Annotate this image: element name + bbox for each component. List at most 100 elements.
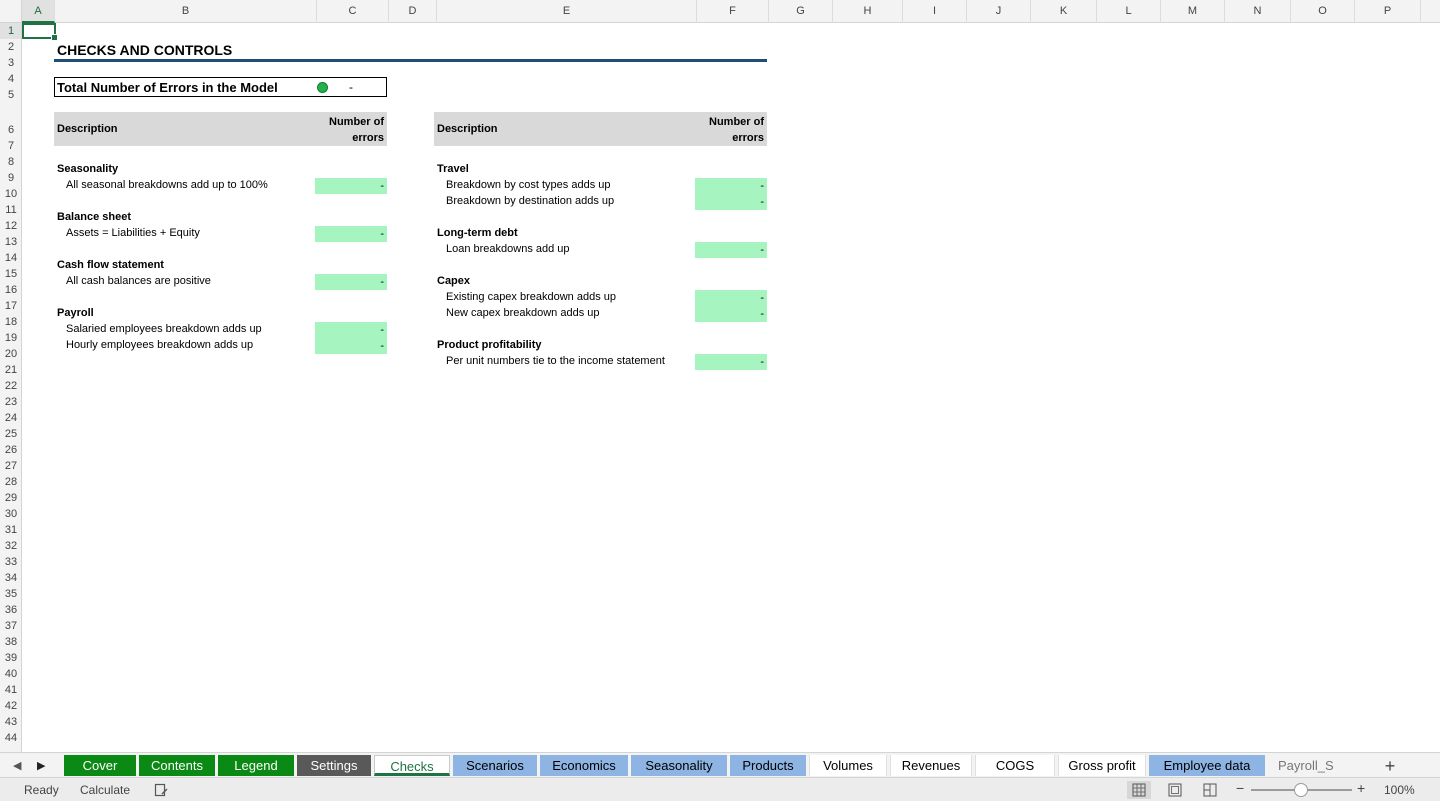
column-header-c[interactable]: C	[317, 0, 389, 23]
row-header-9[interactable]: 9	[0, 170, 21, 186]
sheet-tab-seasonality[interactable]: Seasonality	[631, 755, 727, 776]
row-header-27[interactable]: 27	[0, 458, 21, 474]
column-header-h[interactable]: H	[833, 0, 903, 23]
macro-record-icon[interactable]	[153, 782, 169, 801]
column-header-g[interactable]: G	[769, 0, 833, 23]
row-header-42[interactable]: 42	[0, 698, 21, 714]
row-header-21[interactable]: 21	[0, 362, 21, 378]
row-header-3[interactable]: 3	[0, 55, 21, 71]
column-header-f[interactable]: F	[697, 0, 769, 23]
tab-scroll-left-icon[interactable]: ◀	[13, 759, 21, 772]
sheet-tab-payroll-s[interactable]: Payroll_S	[1268, 755, 1338, 776]
right-error-count-cell[interactable]: -	[695, 290, 767, 306]
row-header-31[interactable]: 31	[0, 522, 21, 538]
row-header-40[interactable]: 40	[0, 666, 21, 682]
row-header-39[interactable]: 39	[0, 650, 21, 666]
row-header-22[interactable]: 22	[0, 378, 21, 394]
zoom-in-button[interactable]: +	[1357, 780, 1365, 796]
row-header-13[interactable]: 13	[0, 234, 21, 250]
row-header-23[interactable]: 23	[0, 394, 21, 410]
row-header-2[interactable]: 2	[0, 39, 21, 55]
row-header-8[interactable]: 8	[0, 154, 21, 170]
row-header-1[interactable]: 1	[0, 23, 21, 39]
sheet-tab-volumes[interactable]: Volumes	[809, 755, 887, 776]
row-header-33[interactable]: 33	[0, 554, 21, 570]
row-header-35[interactable]: 35	[0, 586, 21, 602]
row-header-29[interactable]: 29	[0, 490, 21, 506]
sheet-tab-checks[interactable]: Checks	[374, 755, 450, 776]
column-header-m[interactable]: M	[1161, 0, 1225, 23]
sheet-tab-gross-profit[interactable]: Gross profit	[1058, 755, 1146, 776]
row-header-24[interactable]: 24	[0, 410, 21, 426]
row-header-6[interactable]: 6	[0, 103, 21, 138]
select-all-corner[interactable]	[0, 0, 22, 23]
sheet-tab-employee-data[interactable]: Employee data	[1149, 755, 1265, 776]
row-header-10[interactable]: 10	[0, 186, 21, 202]
sheet-tab-scenarios[interactable]: Scenarios	[453, 755, 537, 776]
right-error-count-cell[interactable]: -	[695, 194, 767, 210]
sheet-tab-revenues[interactable]: Revenues	[890, 755, 972, 776]
row-header-37[interactable]: 37	[0, 618, 21, 634]
zoom-out-button[interactable]: −	[1236, 780, 1244, 796]
row-header-34[interactable]: 34	[0, 570, 21, 586]
row-header-7[interactable]: 7	[0, 138, 21, 154]
zoom-slider-handle[interactable]	[1294, 783, 1308, 797]
row-header-32[interactable]: 32	[0, 538, 21, 554]
sheet-tab-legend[interactable]: Legend	[218, 755, 294, 776]
row-header-41[interactable]: 41	[0, 682, 21, 698]
row-header-28[interactable]: 28	[0, 474, 21, 490]
column-header-d[interactable]: D	[389, 0, 437, 23]
left-error-count-cell[interactable]: -	[315, 274, 387, 290]
column-header-b[interactable]: B	[55, 0, 317, 23]
sheet-tab-cover[interactable]: Cover	[64, 755, 136, 776]
left-error-count-cell[interactable]: -	[315, 338, 387, 354]
sheet-tab-economics[interactable]: Economics	[540, 755, 628, 776]
column-header-l[interactable]: L	[1097, 0, 1161, 23]
row-header-4[interactable]: 4	[0, 71, 21, 87]
column-header-i[interactable]: I	[903, 0, 967, 23]
right-error-count-cell[interactable]: -	[695, 354, 767, 370]
row-header-26[interactable]: 26	[0, 442, 21, 458]
page-break-view-icon[interactable]	[1198, 781, 1222, 799]
row-header-5[interactable]: 5	[0, 87, 21, 103]
row-header-15[interactable]: 15	[0, 266, 21, 282]
column-header-p[interactable]: P	[1355, 0, 1421, 23]
column-header-o[interactable]: O	[1291, 0, 1355, 23]
row-header-17[interactable]: 17	[0, 298, 21, 314]
row-header-25[interactable]: 25	[0, 426, 21, 442]
row-header-12[interactable]: 12	[0, 218, 21, 234]
worksheet-grid[interactable]: CHECKS AND CONTROLS Total Number of Erro…	[22, 23, 1440, 752]
row-header-19[interactable]: 19	[0, 330, 21, 346]
row-header-20[interactable]: 20	[0, 346, 21, 362]
sheet-tab-cogs[interactable]: COGS	[975, 755, 1055, 776]
left-error-count-cell[interactable]: -	[315, 226, 387, 242]
row-header-16[interactable]: 16	[0, 282, 21, 298]
left-error-count-cell[interactable]: -	[315, 178, 387, 194]
sheet-tab-products[interactable]: Products	[730, 755, 806, 776]
normal-view-icon[interactable]	[1127, 781, 1151, 799]
selected-cell-a1[interactable]	[22, 23, 58, 41]
left-error-count-cell[interactable]: -	[315, 322, 387, 338]
add-sheet-button[interactable]: +	[1380, 756, 1400, 776]
status-calculate-button[interactable]: Calculate	[80, 783, 130, 797]
sheet-tab-settings[interactable]: Settings	[297, 755, 371, 776]
right-error-count-cell[interactable]: -	[695, 306, 767, 322]
row-header-18[interactable]: 18	[0, 314, 21, 330]
right-error-count-cell[interactable]: -	[695, 242, 767, 258]
row-header-36[interactable]: 36	[0, 602, 21, 618]
row-header-43[interactable]: 43	[0, 714, 21, 730]
page-layout-view-icon[interactable]	[1163, 781, 1187, 799]
column-header-k[interactable]: K	[1031, 0, 1097, 23]
tab-scroll-right-icon[interactable]: ▶	[37, 759, 45, 772]
column-header-j[interactable]: J	[967, 0, 1031, 23]
column-header-n[interactable]: N	[1225, 0, 1291, 23]
column-header-e[interactable]: E	[437, 0, 697, 23]
column-header-a[interactable]: A	[22, 0, 55, 23]
right-error-count-cell[interactable]: -	[695, 178, 767, 194]
row-header-38[interactable]: 38	[0, 634, 21, 650]
row-header-14[interactable]: 14	[0, 250, 21, 266]
row-header-44[interactable]: 44	[0, 730, 21, 746]
row-header-11[interactable]: 11	[0, 202, 21, 218]
zoom-level[interactable]: 100%	[1384, 783, 1415, 797]
row-header-30[interactable]: 30	[0, 506, 21, 522]
